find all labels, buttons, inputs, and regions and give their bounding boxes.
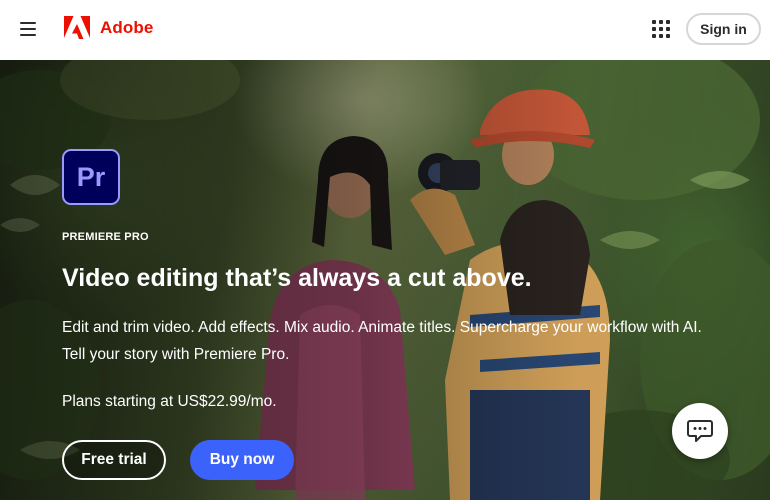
- adobe-logo-icon: [64, 16, 90, 39]
- global-nav: Adobe Sign in: [0, 0, 770, 60]
- chat-bubble-icon: [687, 420, 713, 442]
- hamburger-menu-icon[interactable]: [20, 22, 36, 36]
- chat-button[interactable]: [672, 403, 728, 459]
- app-grid-icon[interactable]: [652, 20, 670, 38]
- sign-in-button[interactable]: Sign in: [686, 13, 761, 45]
- adobe-logo[interactable]: Adobe: [64, 16, 153, 40]
- hero-headline: Video editing that’s always a cut above.: [62, 264, 532, 292]
- product-badge-text: Pr: [76, 161, 106, 192]
- premiere-pro-app-icon: Pr: [62, 149, 120, 205]
- buy-now-button[interactable]: Buy now: [190, 440, 294, 480]
- hero-banner: Pr PREMIERE PRO Video editing that’s alw…: [0, 60, 770, 500]
- brand-name: Adobe: [100, 18, 154, 37]
- product-eyebrow: PREMIERE PRO: [62, 231, 149, 243]
- hero-description: Edit and trim video. Add effects. Mix au…: [62, 319, 702, 363]
- free-trial-button[interactable]: Free trial: [62, 440, 166, 480]
- pricing-text: Plans starting at US$22.99/mo.: [62, 393, 277, 410]
